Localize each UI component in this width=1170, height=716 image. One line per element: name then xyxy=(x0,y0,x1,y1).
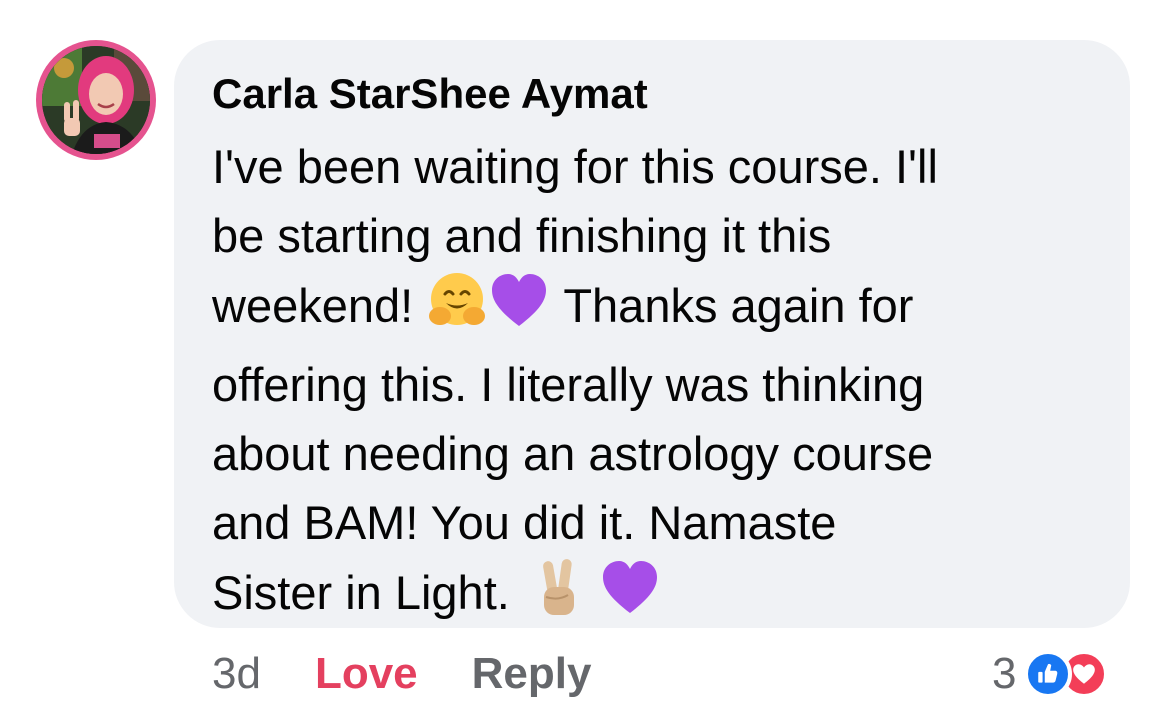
comment-author[interactable]: Carla StarShee Aymat xyxy=(212,70,648,118)
reactions-summary[interactable]: 3 xyxy=(992,645,1109,703)
comment: Carla StarShee Aymat I've been waiting f… xyxy=(0,0,1170,716)
hugging-face-emoji-icon xyxy=(426,270,488,350)
reaction-count: 3 xyxy=(992,649,1017,698)
comment-bubble: Carla StarShee Aymat I've been waiting f… xyxy=(174,40,1130,628)
comment-line: be starting and finishing it this xyxy=(212,209,832,262)
purple-heart-emoji-icon xyxy=(488,270,550,350)
comment-text: Sister in Light. xyxy=(212,566,510,619)
love-button[interactable]: Love xyxy=(315,649,418,699)
avatar[interactable] xyxy=(36,40,156,160)
comment-actions: 3d Love Reply xyxy=(212,644,591,704)
comment-timestamp[interactable]: 3d xyxy=(212,649,261,699)
reply-button[interactable]: Reply xyxy=(472,649,592,699)
like-reaction-icon xyxy=(1024,650,1073,698)
comment-text: weekend! xyxy=(212,279,414,332)
comment-line: offering this. I literally was thinking xyxy=(212,358,925,411)
purple-heart-emoji-icon xyxy=(599,557,661,637)
comment-line: and BAM! You did it. Namaste xyxy=(212,496,837,549)
avatar-photo xyxy=(42,46,150,154)
comment-text: Thanks again for xyxy=(563,279,914,332)
comment-body: I've been waiting for this course. I'll … xyxy=(212,132,1112,637)
comment-line: weekend! Thanks again for xyxy=(212,270,1112,350)
victory-hand-emoji-icon xyxy=(536,557,586,637)
comment-line: I've been waiting for this course. I'll xyxy=(212,140,938,193)
comment-line: Sister in Light. xyxy=(212,557,1112,637)
comment-line: about needing an astrology course xyxy=(212,427,934,480)
